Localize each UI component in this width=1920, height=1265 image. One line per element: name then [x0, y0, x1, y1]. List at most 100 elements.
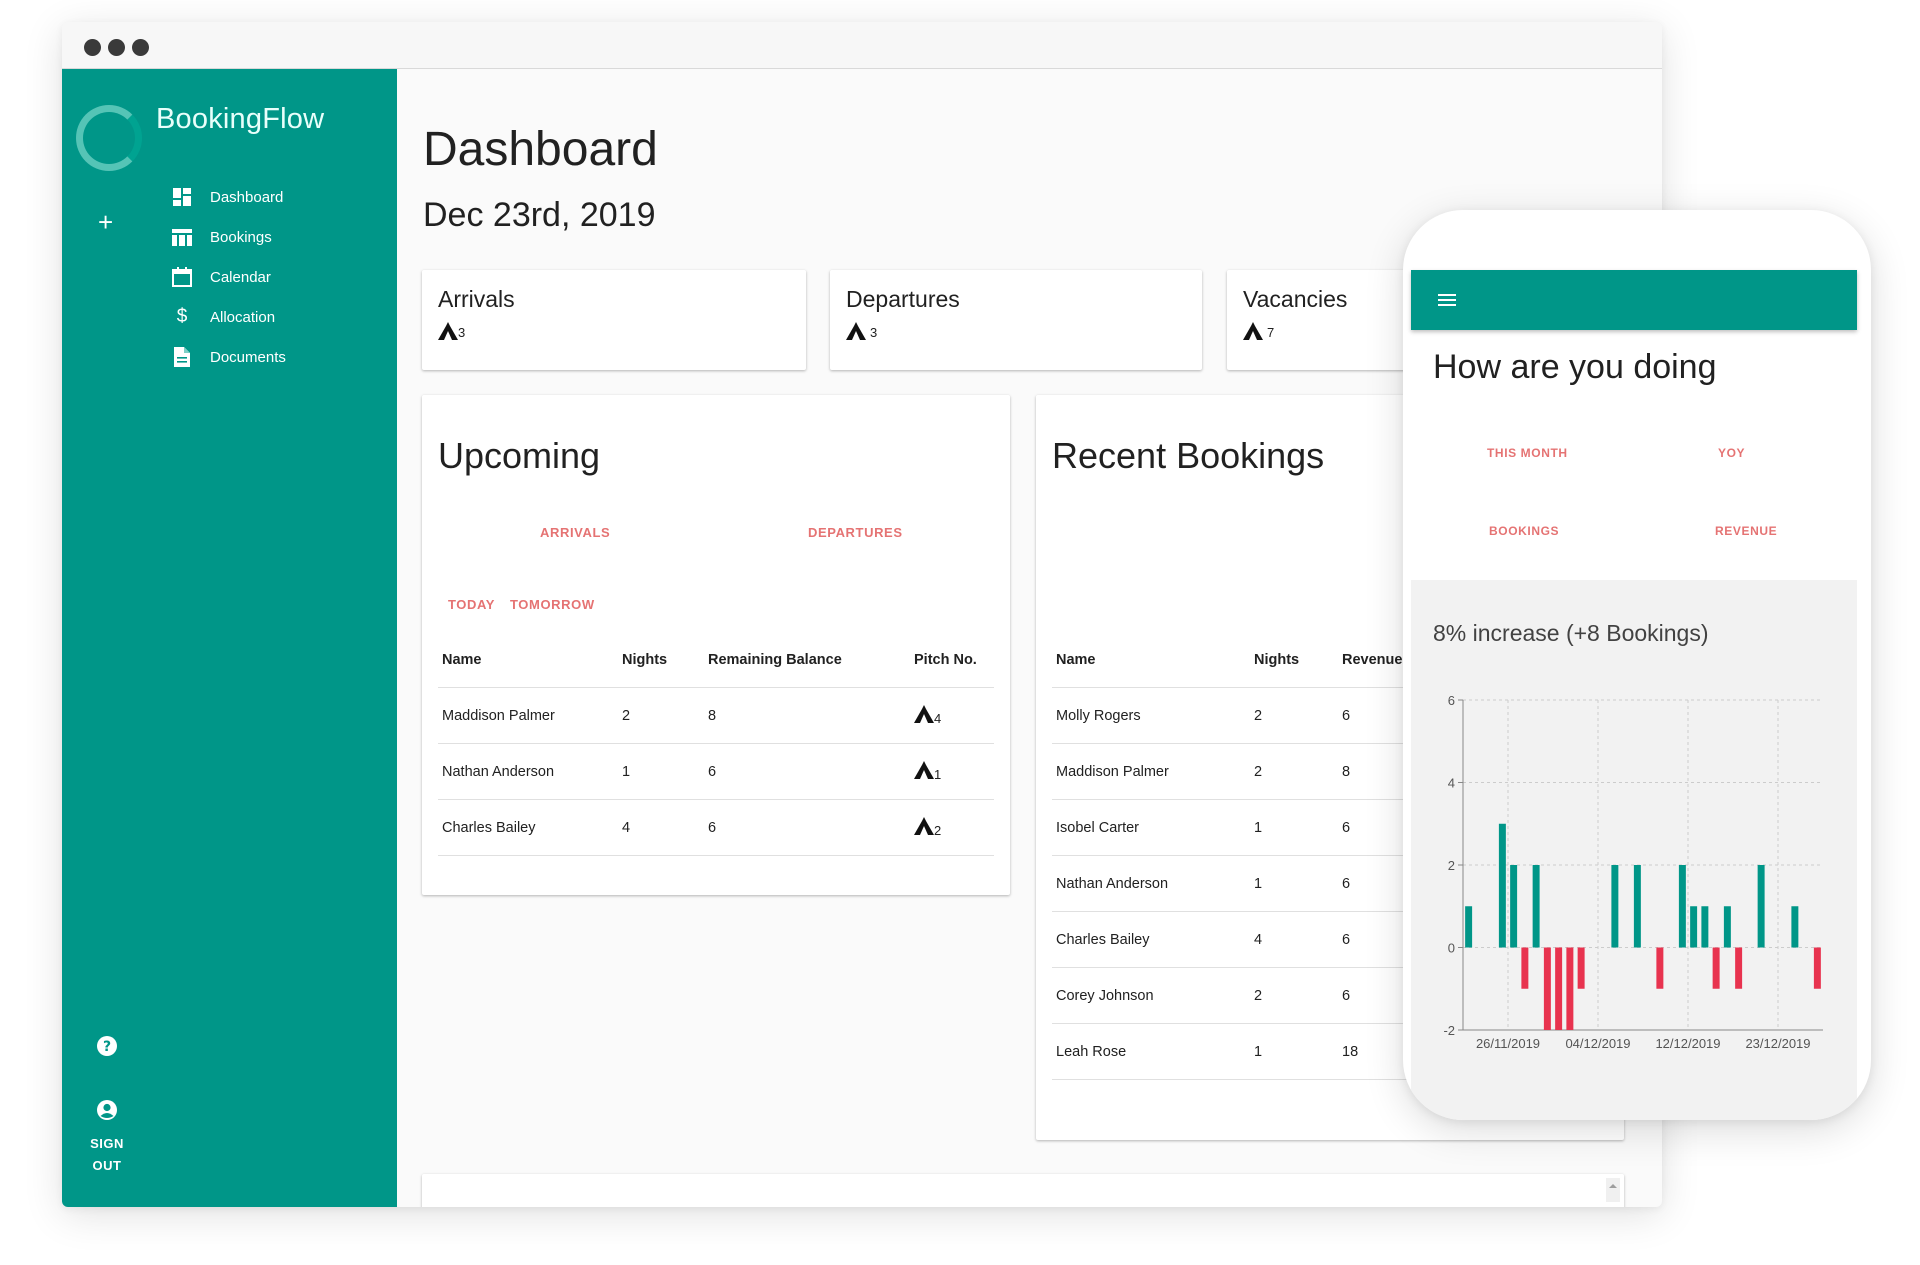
- tab-departures[interactable]: DEPARTURES: [808, 525, 903, 540]
- card-title: Arrivals: [438, 286, 515, 312]
- tab-today[interactable]: TODAY: [448, 597, 495, 612]
- y-tick-label: -2: [1443, 1023, 1455, 1038]
- vacancies-count: 7: [1267, 325, 1275, 340]
- upcoming-card: Upcoming ARRIVALS DEPARTURES TODAY TOMOR…: [422, 395, 1010, 895]
- cell-nights: 1: [1250, 855, 1338, 912]
- chart-bar: [1813, 947, 1821, 989]
- cell-name: Nathan Anderson: [1052, 855, 1250, 912]
- cell-balance: 8: [704, 687, 910, 744]
- window-control-dot[interactable]: [108, 39, 125, 56]
- tent-icon: [1243, 322, 1263, 340]
- cell-pitch: 2: [910, 799, 994, 856]
- tab-this-month[interactable]: THIS MONTH: [1487, 446, 1568, 460]
- add-button[interactable]: +: [98, 209, 113, 235]
- table-row[interactable]: Nathan Anderson 1 6 1: [438, 743, 994, 800]
- recent-bookings-title: Recent Bookings: [1052, 435, 1325, 476]
- window-titlebar: [62, 22, 1662, 69]
- arrivals-card[interactable]: Arrivals 3: [422, 270, 806, 370]
- sidebar-item-dashboard[interactable]: Dashboard: [172, 181, 372, 213]
- window-control-dot[interactable]: [84, 39, 101, 56]
- card-title: Departures: [846, 286, 960, 312]
- departures-card[interactable]: Departures 3: [830, 270, 1202, 370]
- phone-mockup: How are you doing THIS MONTH YOY BOOKING…: [1403, 210, 1871, 1120]
- table-row[interactable]: Charles Bailey 4 6 2: [438, 799, 994, 856]
- bookings-bar-chart: -2 0 2 4 6 26/11/2019 04/12/2019 12/12/2019 23/1…: [1443, 693, 1823, 1051]
- column-header-balance: Remaining Balance: [704, 633, 910, 688]
- cell-name: Charles Bailey: [438, 799, 618, 856]
- phone-heading: How are you doing: [1433, 348, 1717, 386]
- x-tick-label: 12/12/2019: [1655, 1036, 1720, 1051]
- cell-nights: 2: [1250, 743, 1338, 800]
- sidebar-item-allocation[interactable]: $ Allocation: [172, 301, 372, 333]
- column-header-name: Name: [438, 633, 618, 688]
- sidebar-item-label: Documents: [210, 348, 286, 366]
- card-count: 3: [438, 322, 465, 340]
- pitch-number: 1: [934, 766, 942, 782]
- chart-bar: [1555, 947, 1563, 1030]
- cell-nights: 2: [1250, 967, 1338, 1024]
- cell-nights: 2: [618, 687, 704, 744]
- tab-tomorrow[interactable]: TOMORROW: [510, 597, 595, 612]
- cell-pitch: 4: [910, 687, 994, 744]
- sign-out-button[interactable]: SIGN OUT: [82, 1133, 132, 1177]
- cell-name: Isobel Carter: [1052, 799, 1250, 856]
- cell-nights: 4: [618, 799, 704, 856]
- sign-out-label: OUT: [92, 1158, 122, 1173]
- cell-name: Nathan Anderson: [438, 743, 618, 800]
- column-header-pitch: Pitch No.: [910, 633, 994, 688]
- help-icon[interactable]: ?: [96, 1035, 118, 1057]
- cell-name: Molly Rogers: [1052, 687, 1250, 744]
- cell-nights: 4: [1250, 911, 1338, 968]
- chart-bar: [1757, 865, 1765, 948]
- tent-icon: [914, 704, 934, 723]
- tab-bookings[interactable]: BOOKINGS: [1489, 524, 1559, 538]
- tab-yoy[interactable]: YOY: [1718, 446, 1745, 460]
- chart-bar: [1690, 906, 1698, 948]
- cell-nights: 2: [1250, 687, 1338, 744]
- menu-icon[interactable]: [1437, 290, 1457, 310]
- chart-bar: [1465, 906, 1473, 948]
- calendar-icon: [172, 267, 192, 287]
- cell-nights: 1: [1250, 799, 1338, 856]
- svg-text:?: ?: [103, 1039, 111, 1055]
- card-count: 3: [846, 322, 877, 340]
- sidebar-item-calendar[interactable]: Calendar: [172, 261, 372, 293]
- dollar-icon: $: [176, 306, 188, 327]
- tent-icon: [846, 322, 866, 340]
- chart-bar: [1735, 947, 1743, 989]
- chart-bar: [1543, 947, 1551, 1030]
- chart-bar: [1611, 865, 1619, 948]
- dashboard-icon: [172, 187, 192, 207]
- column-header-nights: Nights: [618, 633, 704, 688]
- account-icon[interactable]: [96, 1099, 118, 1121]
- arrivals-count: 3: [458, 325, 466, 340]
- departures-count: 3: [870, 325, 878, 340]
- logo-icon: [76, 105, 142, 171]
- chart-bar: [1510, 865, 1518, 948]
- cell-nights: 1: [1250, 1023, 1338, 1080]
- y-tick-label: 0: [1448, 941, 1455, 956]
- scrollbar[interactable]: [1606, 1178, 1620, 1202]
- sidebar-item-bookings[interactable]: Bookings: [172, 221, 372, 253]
- card-count: 7: [1243, 322, 1274, 340]
- cell-name: Corey Johnson: [1052, 967, 1250, 1024]
- window-control-dot[interactable]: [132, 39, 149, 56]
- y-tick-label: 2: [1448, 858, 1455, 873]
- scroll-up-icon[interactable]: [1606, 1181, 1620, 1191]
- cell-nights: 1: [618, 743, 704, 800]
- chart-bar: [1577, 947, 1585, 989]
- cell-name: Maddison Palmer: [1052, 743, 1250, 800]
- y-tick-label: 6: [1448, 693, 1455, 708]
- chart-bar: [1678, 865, 1686, 948]
- mobile-app-bar: [1411, 270, 1857, 330]
- table-row[interactable]: Maddison Palmer 2 8 4: [438, 687, 994, 744]
- tab-revenue[interactable]: REVENUE: [1715, 524, 1777, 538]
- tab-arrivals[interactable]: ARRIVALS: [540, 525, 610, 540]
- sidebar-item-documents[interactable]: Documents: [172, 341, 372, 373]
- chart-bar: [1532, 865, 1540, 948]
- sidebar-item-label: Allocation: [210, 308, 276, 326]
- chart-bar: [1723, 906, 1731, 948]
- sign-out-label: SIGN: [90, 1136, 124, 1151]
- chart-bar: [1498, 823, 1506, 948]
- chart-bar: [1566, 947, 1574, 1030]
